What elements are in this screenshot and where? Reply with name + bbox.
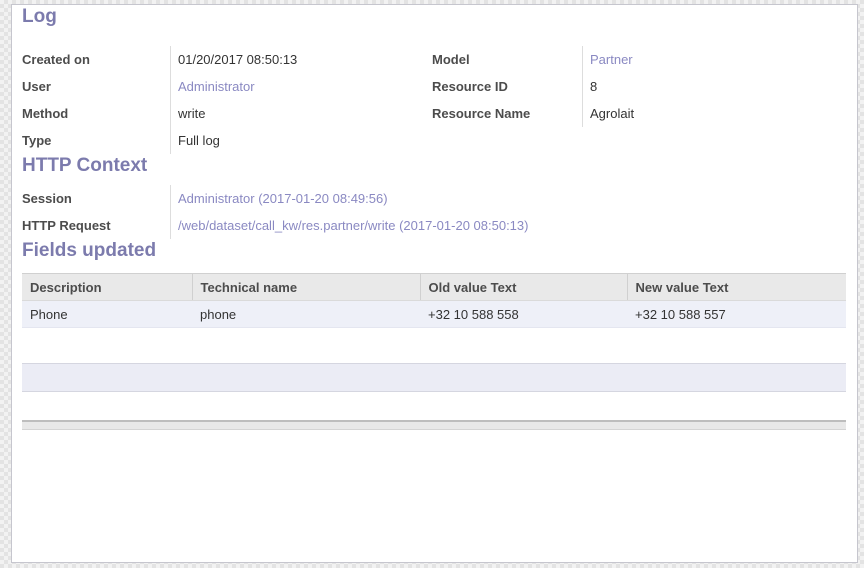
field-row-model: Model Partner — [432, 46, 846, 73]
table-row-empty — [22, 328, 846, 355]
cell-description: Phone — [22, 301, 192, 328]
field-value-type: Full log — [170, 127, 432, 154]
table-row-phone[interactable]: Phone phone +32 10 588 558 +32 10 588 55… — [22, 301, 846, 328]
page-background: Log Created on 01/20/2017 08:50:13 User … — [0, 0, 864, 568]
field-label-method: Method — [22, 100, 170, 127]
field-value-model: Partner — [582, 46, 846, 73]
session-link[interactable]: Administrator (2017-01-20 08:49:56) — [178, 191, 388, 206]
field-label-created-on: Created on — [22, 46, 170, 73]
field-value-http-request: /web/dataset/call_kw/res.partner/write (… — [170, 212, 846, 239]
fields-updated-table: Description Technical name Old value Tex… — [22, 273, 846, 354]
section-title-fields-updated: Fields updated — [22, 239, 846, 263]
field-row-user: User Administrator — [22, 73, 432, 100]
field-row-type: Type Full log — [22, 127, 432, 154]
field-value-resource-id: 8 — [582, 73, 846, 100]
created-on-value: 01/20/2017 08:50:13 — [178, 52, 297, 67]
column-header-old-value[interactable]: Old value Text — [420, 274, 627, 301]
table-header-row: Description Technical name Old value Tex… — [22, 274, 846, 301]
method-value: write — [178, 106, 205, 121]
log-field-groups: Created on 01/20/2017 08:50:13 User Admi… — [22, 46, 846, 154]
column-header-technical-name[interactable]: Technical name — [192, 274, 420, 301]
sheet-content: Log Created on 01/20/2017 08:50:13 User … — [12, 5, 857, 430]
horizontal-scrollbar[interactable] — [22, 420, 846, 430]
field-value-user: Administrator — [170, 73, 432, 100]
http-context-group: Session Administrator (2017-01-20 08:49:… — [22, 185, 846, 239]
log-form-sheet: Log Created on 01/20/2017 08:50:13 User … — [11, 4, 858, 563]
field-value-session: Administrator (2017-01-20 08:49:56) — [170, 185, 846, 212]
field-row-http-request: HTTP Request /web/dataset/call_kw/res.pa… — [22, 212, 846, 239]
field-label-user: User — [22, 73, 170, 100]
field-row-session: Session Administrator (2017-01-20 08:49:… — [22, 185, 846, 212]
cell-old-value: +32 10 588 558 — [420, 301, 627, 328]
field-label-resource-id: Resource ID — [432, 73, 582, 100]
field-row-resource-name: Resource Name Agrolait — [432, 100, 846, 127]
field-value-method: write — [170, 100, 432, 127]
field-row-resource-id: Resource ID 8 — [432, 73, 846, 100]
field-label-session: Session — [22, 185, 170, 212]
section-title-http-context: HTTP Context — [22, 154, 846, 178]
field-row-method: Method write — [22, 100, 432, 127]
field-value-created-on: 01/20/2017 08:50:13 — [170, 46, 432, 73]
log-left-group: Created on 01/20/2017 08:50:13 User Admi… — [22, 46, 432, 154]
field-label-resource-name: Resource Name — [432, 100, 582, 127]
section-title-log: Log — [22, 5, 846, 29]
resource-name-value: Agrolait — [590, 106, 634, 121]
field-label-model: Model — [432, 46, 582, 73]
empty-list-strip — [22, 363, 846, 392]
cell-technical-name: phone — [192, 301, 420, 328]
column-header-new-value[interactable]: New value Text — [627, 274, 846, 301]
field-label-http-request: HTTP Request — [22, 212, 170, 239]
http-request-link[interactable]: /web/dataset/call_kw/res.partner/write (… — [178, 218, 528, 233]
user-link[interactable]: Administrator — [178, 79, 255, 94]
cell-new-value: +32 10 588 557 — [627, 301, 846, 328]
log-right-group: Model Partner Resource ID 8 Resource Nam… — [432, 46, 846, 154]
field-row-created-on: Created on 01/20/2017 08:50:13 — [22, 46, 432, 73]
resource-id-value: 8 — [590, 79, 597, 94]
type-value: Full log — [178, 133, 220, 148]
field-label-type: Type — [22, 127, 170, 154]
column-header-description[interactable]: Description — [22, 274, 192, 301]
field-value-resource-name: Agrolait — [582, 100, 846, 127]
model-link[interactable]: Partner — [590, 52, 633, 67]
